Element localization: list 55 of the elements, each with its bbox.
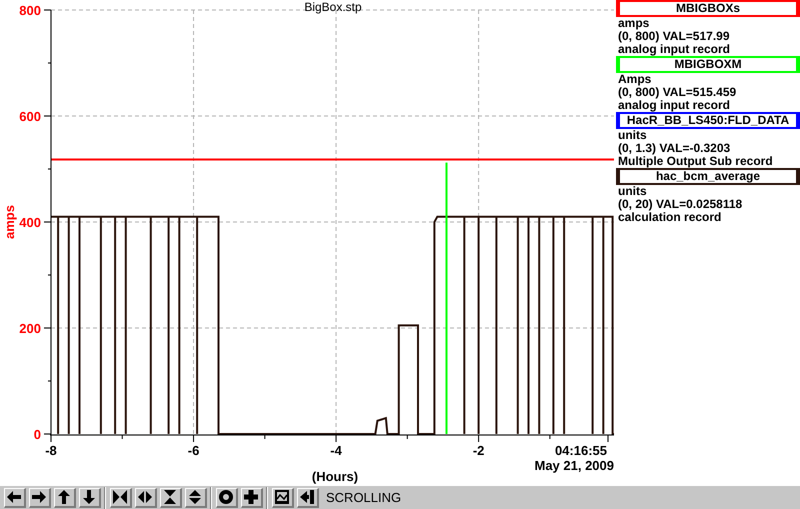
- trace-record-type: analog input record: [617, 99, 730, 112]
- expand-horizontal-icon: [137, 489, 153, 505]
- toolbar-button[interactable]: [184, 488, 206, 508]
- y-tick-label: 200: [19, 321, 41, 336]
- trace-name-box[interactable]: MBIGBOXM: [616, 56, 800, 73]
- expand-vertical-icon: [187, 489, 203, 505]
- toolbar-button[interactable]: [240, 488, 262, 508]
- trace-units: amps: [617, 17, 650, 30]
- toolbar-button[interactable]: [134, 488, 156, 508]
- toolbar-button[interactable]: [4, 488, 26, 508]
- toolbar-button[interactable]: [216, 488, 238, 508]
- trace-name-box[interactable]: HacR_BB_LS450:FLD_DATA: [616, 112, 800, 129]
- y-tick-label: 400: [19, 215, 41, 230]
- left-arrow-icon: [6, 489, 22, 505]
- trace-range-value: (0, 800) VAL=517.99: [617, 30, 730, 43]
- compress-horizontal-icon: [112, 489, 128, 505]
- trace-range-value: (0, 800) VAL=515.459: [617, 86, 736, 99]
- toolbar-button[interactable]: [78, 488, 100, 508]
- toolbar-button[interactable]: [110, 488, 132, 508]
- y-tick-label: 800: [19, 3, 41, 18]
- chart-title: BigBox.stp: [304, 0, 362, 14]
- ring-icon: [218, 489, 234, 505]
- x-tick-label: -2: [472, 443, 484, 458]
- arrow-to-bar-icon: [299, 489, 315, 505]
- toolbar-button[interactable]: [296, 488, 318, 508]
- y-tick-label: 600: [19, 109, 41, 124]
- x-axis-label: (Hours): [312, 469, 358, 484]
- compress-vertical-icon: [162, 489, 178, 505]
- toolbar-button[interactable]: [28, 488, 50, 508]
- down-arrow-icon: [81, 489, 97, 505]
- mode-label: SCROLLING: [326, 488, 402, 507]
- toolbar-button[interactable]: [54, 488, 76, 508]
- x-tick-label: -8: [45, 443, 57, 458]
- trace-record-type: Multiple Output Sub record: [617, 155, 773, 168]
- plus-icon: [243, 489, 259, 505]
- trace-units: units: [617, 185, 647, 198]
- right-arrow-icon: [31, 489, 47, 505]
- toolbar-button[interactable]: [160, 488, 182, 508]
- trace-range-value: (0, 20) VAL=0.0258118: [617, 198, 742, 211]
- trace-units: Amps: [617, 73, 652, 86]
- end-time-label: 04:16:55: [554, 443, 607, 458]
- end-date-label: May 21, 2009: [534, 458, 614, 473]
- graph-icon: [274, 489, 290, 505]
- x-tick-label: -6: [188, 443, 200, 458]
- y-axis-label: amps: [2, 205, 17, 239]
- x-tick-label: -4: [330, 443, 342, 458]
- trace-name-box[interactable]: MBIGBOXs: [616, 0, 800, 17]
- trace-range-value: (0, 1.3) VAL=-0.3203: [617, 142, 730, 155]
- trace-name-box[interactable]: hac_bcm_average: [616, 168, 800, 185]
- up-arrow-icon: [56, 489, 72, 505]
- trace-record-type: analog input record: [617, 43, 730, 56]
- trace-record-type: calculation record: [617, 211, 722, 224]
- trace-units: units: [617, 129, 647, 142]
- y-tick-label: 0: [34, 427, 41, 442]
- toolbar-button[interactable]: [272, 488, 294, 508]
